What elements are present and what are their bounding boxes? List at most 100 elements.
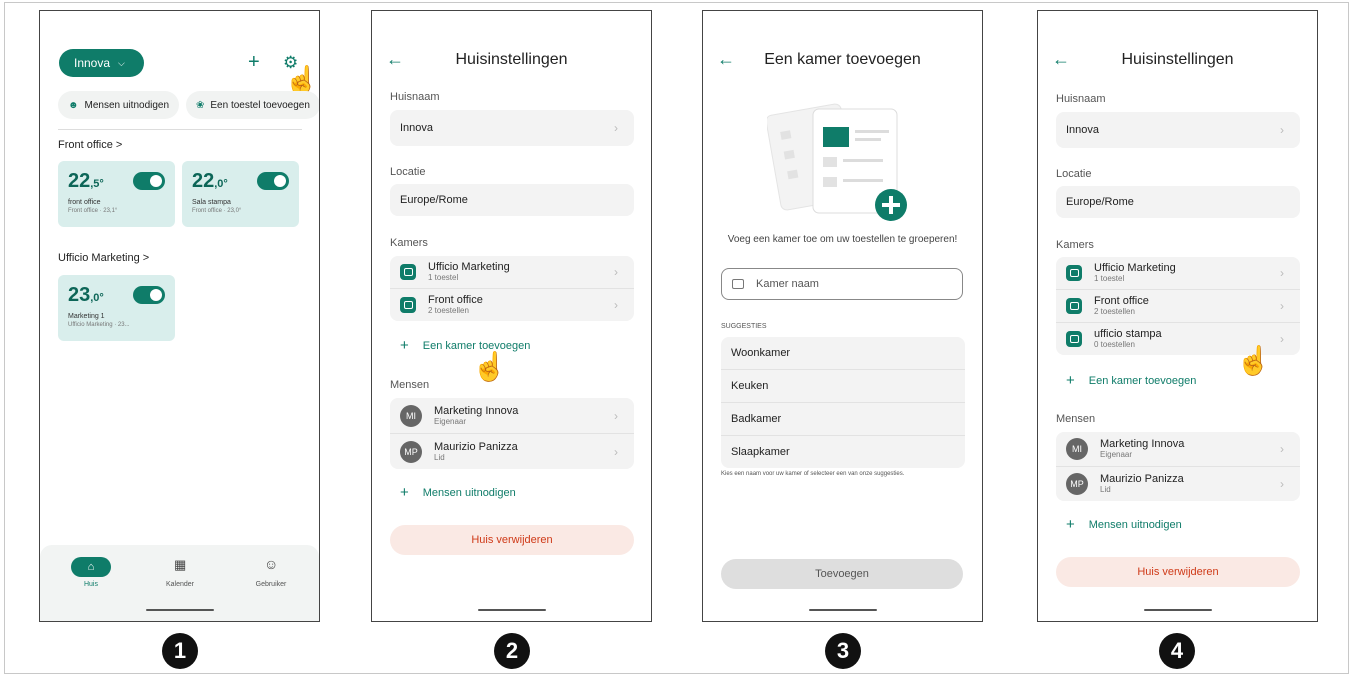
room-count: 1 toestel xyxy=(1094,274,1125,283)
screen-house-settings: ← Huisinstellingen Huisnaam Innova › Loca… xyxy=(371,10,652,622)
device-tile[interactable]: 22,0° Sala stampa Front office · 23,0° xyxy=(182,161,299,227)
add-room-link[interactable]: + Een kamer toevoegen xyxy=(1066,371,1196,389)
location-value: Europe/Rome xyxy=(1066,196,1134,208)
device-temperature: 23,0° xyxy=(68,284,104,306)
room-name-input[interactable]: Kamer naam xyxy=(721,268,963,300)
room-name: Ufficio Marketing xyxy=(1094,262,1176,274)
device-name: front office xyxy=(68,199,101,206)
list-item[interactable]: MP Maurizio Panizza Lid › xyxy=(1056,466,1300,501)
device-subtitle: Front office · 23,1° xyxy=(68,208,118,214)
people-label: Mensen xyxy=(1056,413,1096,425)
calendar-icon[interactable]: ▦ xyxy=(174,557,186,573)
list-item[interactable]: MI Marketing Innova Eigenaar › xyxy=(1056,432,1300,466)
device-toggle[interactable] xyxy=(257,172,289,190)
list-item[interactable]: Ufficio Marketing 1 toestel › xyxy=(390,256,634,288)
list-item[interactable]: Front office 2 toestellen › xyxy=(390,288,634,321)
house-name-label: Huisnaam xyxy=(1056,93,1106,105)
device-name: Marketing 1 xyxy=(68,313,105,320)
location-value: Europe/Rome xyxy=(400,194,468,206)
person-role: Lid xyxy=(434,452,445,462)
home-selector-label: Innova xyxy=(74,56,111,70)
add-room-link[interactable]: + Een kamer toevoegen xyxy=(400,336,530,354)
pointer-hand-icon: ☝ xyxy=(472,351,507,382)
step-marker: 3 xyxy=(825,633,861,669)
house-name-field[interactable]: Innova › xyxy=(1056,112,1300,148)
room-count: 2 toestellen xyxy=(1094,307,1135,316)
delete-house-button[interactable]: Huis verwijderen xyxy=(390,525,634,555)
add-icon[interactable]: + xyxy=(248,51,260,74)
room-input-icon xyxy=(732,279,744,289)
house-name-value: Innova xyxy=(400,122,434,134)
suggestion-item[interactable]: Woonkamer xyxy=(721,337,965,369)
list-item[interactable]: Front office 2 toestellen › xyxy=(1056,289,1300,322)
page-title: Huisinstellingen xyxy=(1121,51,1234,68)
avatar: MP xyxy=(1066,473,1088,495)
list-item[interactable]: MI Marketing Innova Eigenaar › xyxy=(390,398,634,433)
add-button[interactable]: Toevoegen xyxy=(721,559,963,589)
chevron-down-icon: ⌵ xyxy=(118,57,125,68)
page-title: Een kamer toevoegen xyxy=(764,51,921,68)
person-name: Marketing Innova xyxy=(1100,438,1185,450)
home-selector-button[interactable]: Innova ⌵ xyxy=(59,49,144,77)
location-field[interactable]: Europe/Rome xyxy=(390,184,634,216)
user-icon[interactable]: ☺ xyxy=(264,556,278,572)
invite-people-link[interactable]: + Mensen uitnodigen xyxy=(1066,515,1182,533)
chevron-right-icon: › xyxy=(1280,299,1284,313)
room-icon xyxy=(400,297,416,313)
rooms-list: Ufficio Marketing 1 toestel › Front offic… xyxy=(1056,257,1300,355)
house-name-label: Huisnaam xyxy=(390,91,440,103)
step-marker: 1 xyxy=(162,633,198,669)
device-toggle[interactable] xyxy=(133,172,165,190)
people-label: Mensen xyxy=(390,379,430,391)
device-subtitle: Ufficio Marketing · 23... xyxy=(68,322,130,328)
suggestion-item[interactable]: Badkamer xyxy=(721,402,965,435)
fan-icon: ❀ xyxy=(196,99,205,111)
nav-user-label[interactable]: Gebruiker xyxy=(241,581,301,588)
gesture-bar xyxy=(477,609,546,611)
person-name: Marketing Innova xyxy=(434,404,519,417)
suggestions-list: Woonkamer Keuken Badkamer Slaapkamer xyxy=(721,337,965,468)
room-title-front-office[interactable]: Front office > xyxy=(58,139,122,151)
suggestion-item[interactable]: Slaapkamer xyxy=(721,435,965,468)
person-name: Maurizio Panizza xyxy=(434,440,518,453)
divider xyxy=(58,129,302,130)
chevron-right-icon: › xyxy=(614,444,618,459)
room-icon xyxy=(1066,298,1082,314)
chevron-right-icon: › xyxy=(1280,442,1284,456)
chevron-right-icon: › xyxy=(614,408,618,423)
person-role: Lid xyxy=(1100,485,1111,494)
invite-people-label: Mensen uitnodigen xyxy=(84,99,170,111)
suggestions-label: SUGGESTIES xyxy=(721,323,767,330)
room-name: Ufficio Marketing xyxy=(428,261,510,273)
delete-house-button[interactable]: Huis verwijderen xyxy=(1056,557,1300,587)
list-item[interactable]: MP Maurizio Panizza Lid › xyxy=(390,433,634,469)
device-tile[interactable]: 23,0° Marketing 1 Ufficio Marketing · 23… xyxy=(58,275,175,341)
chevron-right-icon: › xyxy=(1280,266,1284,280)
house-name-field[interactable]: Innova › xyxy=(390,110,634,146)
plus-icon: + xyxy=(400,484,409,501)
house-name-value: Innova xyxy=(1066,124,1100,136)
nav-home-label[interactable]: Huis xyxy=(61,581,121,588)
invite-people-link[interactable]: + Mensen uitnodigen xyxy=(400,483,516,501)
avatar: MI xyxy=(400,404,422,427)
room-name: Front office xyxy=(1094,295,1149,307)
room-title-ufficio-marketing[interactable]: Ufficio Marketing > xyxy=(58,252,149,264)
nav-calendar-label[interactable]: Kalender xyxy=(150,581,210,588)
invite-people-chip[interactable]: ☻ Mensen uitnodigen xyxy=(58,91,180,119)
pointer-hand-icon: ☝ xyxy=(1236,345,1271,376)
people-icon: ☻ xyxy=(68,99,79,111)
device-subtitle: Front office · 23,0° xyxy=(192,208,242,214)
room-name-placeholder: Kamer naam xyxy=(756,278,819,290)
location-field[interactable]: Europe/Rome xyxy=(1056,186,1300,218)
suggestions-hint: Kies een naam voor uw kamer of selecteer… xyxy=(721,471,905,477)
nav-home-indicator[interactable]: ⌂ xyxy=(71,557,111,577)
device-tile[interactable]: 22,5° front office Front office · 23,1° xyxy=(58,161,175,227)
step-marker: 4 xyxy=(1159,633,1195,669)
device-toggle[interactable] xyxy=(133,286,165,304)
people-list: MI Marketing Innova Eigenaar › MP Maurizi… xyxy=(1056,432,1300,501)
list-item[interactable]: Ufficio Marketing 1 toestel › xyxy=(1056,257,1300,289)
suggestion-item[interactable]: Keuken xyxy=(721,369,965,402)
gesture-bar xyxy=(808,609,877,611)
invite-people-label: Mensen uitnodigen xyxy=(1088,519,1182,531)
add-device-chip[interactable]: ❀ Een toestel toevoegen xyxy=(186,91,319,119)
